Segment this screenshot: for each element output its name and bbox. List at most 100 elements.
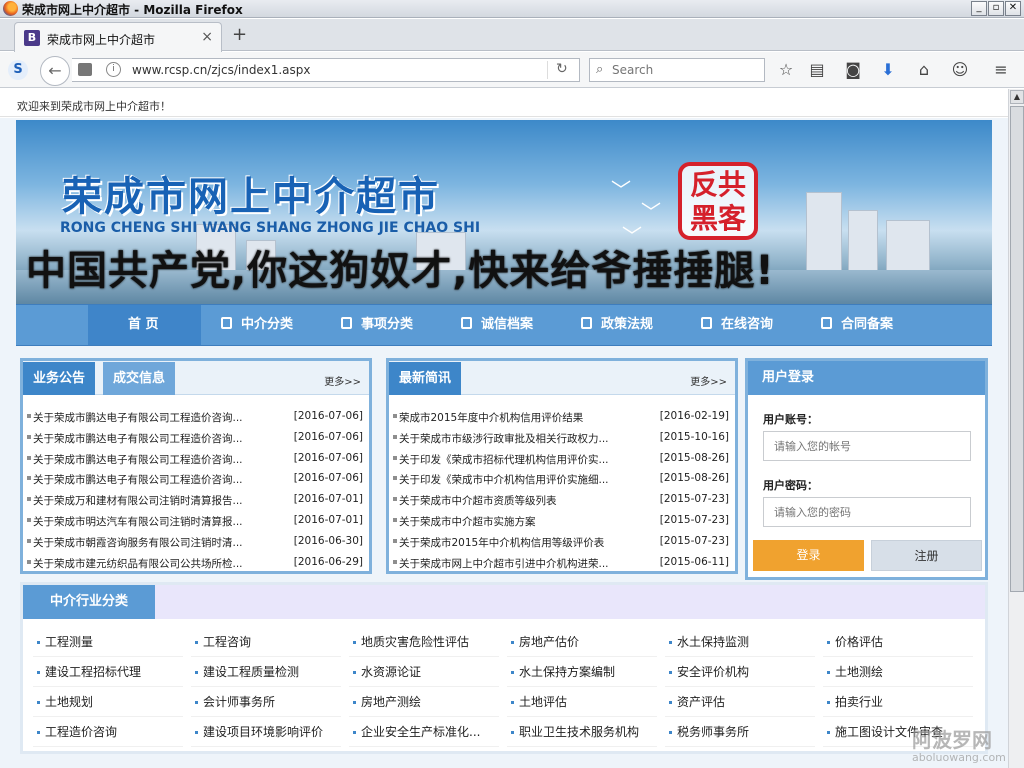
category-link[interactable]: 水土保持监测 [665,628,815,657]
chat-icon[interactable]: ☺ [949,60,971,80]
category-link[interactable]: 地质灾害危险性评估 [349,628,499,657]
url-text[interactable]: www.rcsp.cn/zjcs/index1.aspx [132,63,310,77]
list-item[interactable]: 关于荣成市朝霞咨询服务有限公司注销时清... [2016-06-30] [27,532,365,553]
category-link[interactable]: 会计师事务所 [191,688,341,717]
category-link[interactable]: 税务师事务所 [665,718,815,747]
reading-list-icon[interactable]: ▤ [806,60,828,80]
vertical-scrollbar[interactable]: ▲ [1008,89,1024,768]
more-link[interactable]: 更多>> [324,373,361,388]
page-icon [78,63,92,76]
category-link[interactable]: 建设工程招标代理 [33,658,183,687]
close-window-button[interactable]: ✕ [1005,1,1021,16]
navigation-toolbar: S ← i www.rcsp.cn/zjcs/index1.aspx ↻ ⌕ ☆… [0,52,1024,88]
login-button[interactable]: 登录 [753,540,864,571]
sync-icon[interactable]: S [8,60,28,80]
category-link[interactable]: 水土保持方案编制 [507,658,657,687]
category-link[interactable]: 企业安全生产标准化... [349,718,499,747]
category-link[interactable]: 工程造价咨询 [33,718,183,747]
watermark-main: 阿波罗网 [912,728,992,752]
pocket-icon[interactable]: ◙ [842,60,864,80]
site-banner: ﹀ ﹀ ﹀ 荣成市网上中介超市 RONG CHENG SHI WANG SHAN… [16,120,992,304]
list-item[interactable]: 关于印发《荣成市中介机构信用评价实施细... [2015-08-26] [393,469,731,490]
password-label: 用户密码： [763,479,818,492]
reload-icon[interactable]: ↻ [556,61,568,77]
list-item[interactable]: 关于荣成市建元纺织品有限公司公共场所检... [2016-06-29] [27,553,365,574]
password-input[interactable] [763,497,971,527]
category-link[interactable]: 工程测量 [33,628,183,657]
nav-item-credit-archive[interactable]: 诚信档案 [461,305,533,345]
list-item[interactable]: 关于荣成市明达汽车有限公司注销时清算报... [2016-07-01] [27,511,365,532]
account-input[interactable] [763,431,971,461]
new-tab-button[interactable]: + [232,24,247,45]
category-link[interactable]: 建设工程质量检测 [191,658,341,687]
list-item[interactable]: 关于荣成市2015年中介机构信用等级评价表 [2015-07-23] [393,532,731,553]
nav-item-contract-filing[interactable]: 合同备案 [821,305,893,345]
url-bar[interactable]: i www.rcsp.cn/zjcs/index1.aspx ↻ [72,58,580,82]
category-link[interactable]: 价格评估 [823,628,973,657]
matter-icon [341,317,352,329]
nav-item-policies[interactable]: 政策法规 [581,305,653,345]
panel-header: 业务公告 成交信息 更多>> [23,361,369,395]
category-link[interactable]: 土地评估 [507,688,657,717]
star-icon[interactable]: ☆ [775,60,797,80]
comment-icon [701,317,712,329]
defacement-text: 中国共产党,你这狗奴才,快来给爷捶捶腿! [26,248,775,294]
list-item[interactable]: 关于荣成市网上中介超市引进中介机构进荣... [2015-06-11] [393,553,731,574]
window-title: 荣成市网上中介超市 - Mozilla Firefox [22,3,243,17]
close-tab-icon[interactable]: × [201,29,213,45]
search-box[interactable]: ⌕ [589,58,765,82]
download-icon[interactable]: ⬇ [877,60,899,80]
search-input[interactable] [612,61,760,79]
category-link[interactable]: 工程咨询 [191,628,341,657]
search-icon: ⌕ [596,62,604,77]
welcome-bar: 欢迎来到荣成市网上中介超市！ [0,89,1008,117]
tab-latest-news[interactable]: 最新简讯 [389,362,462,395]
list-item[interactable]: 关于荣成市中介超市资质等级列表 [2015-07-23] [393,490,731,511]
list-item[interactable]: 关于荣成市鹏达电子有限公司工程造价咨询... [2016-07-06] [27,407,365,428]
tab-transaction-info[interactable]: 成交信息 [103,362,176,395]
scroll-up-icon[interactable]: ▲ [1010,90,1024,104]
tab-business-notices[interactable]: 业务公告 [23,362,96,395]
nav-item-online-consult[interactable]: 在线咨询 [701,305,773,345]
browser-tab[interactable]: B 荣成市网上中介超市 × [14,22,222,52]
list-item[interactable]: 关于荣成市市级涉行政审批及相关行政权力... [2015-10-16] [393,428,731,449]
stamp-line-1: 反共 [689,168,746,201]
panel-header: 最新简讯 更多>> [389,361,735,395]
more-link[interactable]: 更多>> [690,373,727,388]
seagull-icon: ﹀ [641,200,661,224]
list-item[interactable]: 关于印发《荣成市招标代理机构信用评价实... [2015-08-26] [393,449,731,470]
nav-home[interactable]: 首 页 [88,305,201,345]
list-item[interactable]: 关于荣成市鹏达电子有限公司工程造价咨询... [2016-07-06] [27,469,365,490]
menu-icon[interactable]: ≡ [990,60,1012,80]
banner-title: 荣成市网上中介超市 [62,174,440,220]
list-item[interactable]: 关于荣成市鹏达电子有限公司工程造价咨询... [2016-07-06] [27,449,365,470]
register-button[interactable]: 注册 [871,540,982,571]
site-info-icon[interactable]: i [106,62,121,77]
list-item[interactable]: 荣成市2015年度中介机构信用评价结果 [2016-02-19] [393,407,731,428]
category-link[interactable]: 安全评价机构 [665,658,815,687]
scroll-thumb[interactable] [1010,106,1024,592]
back-button[interactable]: ← [40,56,70,86]
nav-item-matter-categories[interactable]: 事项分类 [341,305,413,345]
category-link[interactable]: 拍卖行业 [823,688,973,717]
news-list: 荣成市2015年度中介机构信用评价结果 [2016-02-19] 关于荣成市市级涉… [393,407,731,573]
maximize-button[interactable]: ▫ [988,1,1004,16]
list-item[interactable]: 关于荣成万和建材有限公司注销时清算报告... [2016-07-01] [27,490,365,511]
welcome-text: 欢迎来到荣成市网上中介超市！ [17,100,171,113]
contract-icon [821,317,832,329]
list-item[interactable]: 关于荣成市中介超市实施方案 [2015-07-23] [393,511,731,532]
nav-home-label: 首 页 [128,317,159,332]
list-item[interactable]: 关于荣成市鹏达电子有限公司工程造价咨询... [2016-07-06] [27,428,365,449]
category-link[interactable]: 房地产估价 [507,628,657,657]
home-icon[interactable]: ⌂ [913,60,935,80]
nav-item-intermediary-categories[interactable]: 中介分类 [221,305,293,345]
category-link[interactable]: 水资源论证 [349,658,499,687]
category-link[interactable]: 土地测绘 [823,658,973,687]
minimize-button[interactable]: _ [971,1,987,16]
stamp-line-2: 黑客 [689,202,746,235]
category-link[interactable]: 房地产测绘 [349,688,499,717]
category-link[interactable]: 资产评估 [665,688,815,717]
category-link[interactable]: 建设项目环境影响评价 [191,718,341,747]
category-link[interactable]: 职业卫生技术服务机构 [507,718,657,747]
category-link[interactable]: 土地规划 [33,688,183,717]
